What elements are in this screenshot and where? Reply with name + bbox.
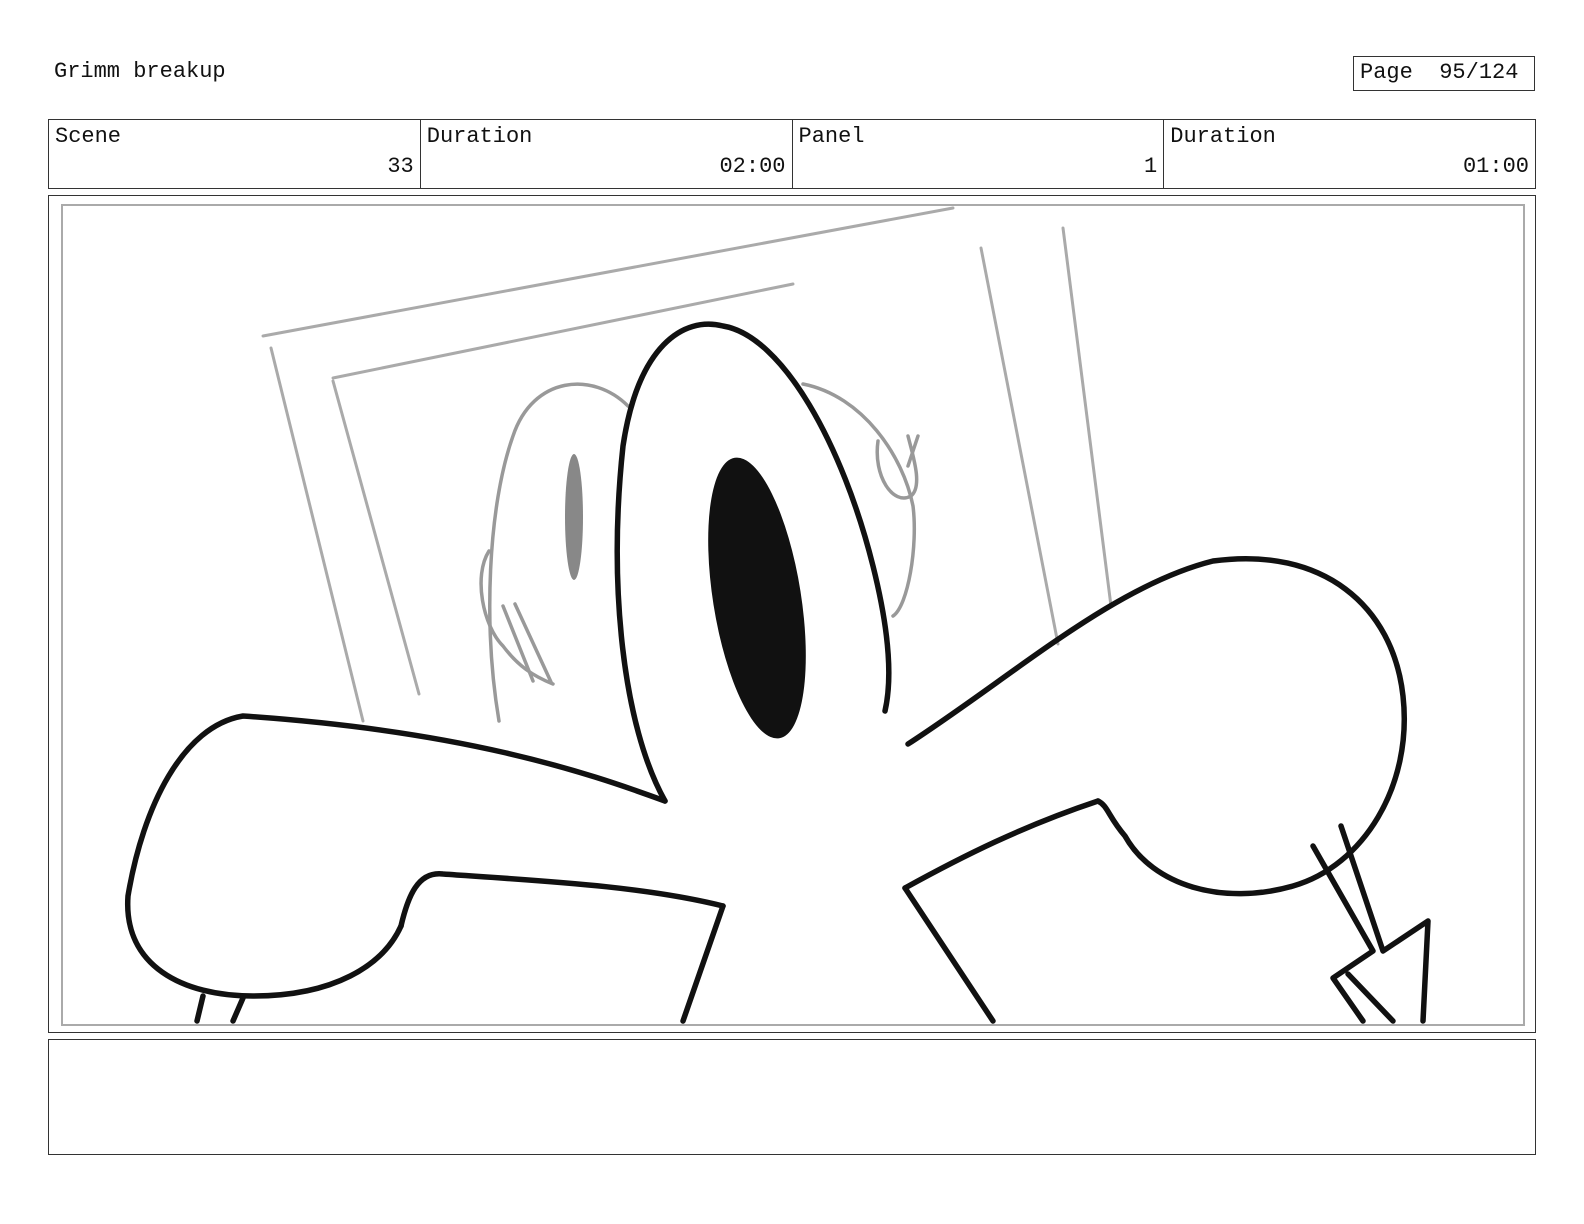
panel-duration-value: 01:00 <box>1462 154 1529 179</box>
scene-duration-label: Duration <box>426 124 533 149</box>
panel-sketch <box>125 206 1431 1024</box>
scene-duration-value: 02:00 <box>719 154 786 179</box>
panel-info-row: Scene 33 Duration 02:00 Panel 1 Duration… <box>48 119 1536 189</box>
panel-cell: Panel 1 <box>793 120 1165 188</box>
storyboard-title: Grimm breakup <box>54 59 226 84</box>
foreground-character-eye <box>708 457 806 739</box>
scene-label: Scene <box>55 124 122 149</box>
panel-duration-label: Duration <box>1170 124 1276 149</box>
panel-drawing-area <box>61 204 1525 1026</box>
door-frame-sketch <box>261 206 1113 723</box>
page-label: Page <box>1360 60 1413 85</box>
panel-notes-box <box>48 1039 1536 1155</box>
page-indicator: Page 95/124 <box>1353 56 1535 91</box>
panel-duration-cell: Duration 01:00 <box>1164 120 1535 188</box>
background-character-eye <box>565 454 583 580</box>
page-number: 95/124 <box>1439 60 1519 85</box>
scene-duration-cell: Duration 02:00 <box>421 120 793 188</box>
panel-label: Panel <box>798 124 865 149</box>
scene-value: 33 <box>387 154 414 179</box>
scene-cell: Scene 33 <box>49 120 421 188</box>
storyboard-panel <box>48 195 1536 1033</box>
panel-value: 1 <box>1144 154 1158 179</box>
background-character-sketch <box>479 382 920 723</box>
